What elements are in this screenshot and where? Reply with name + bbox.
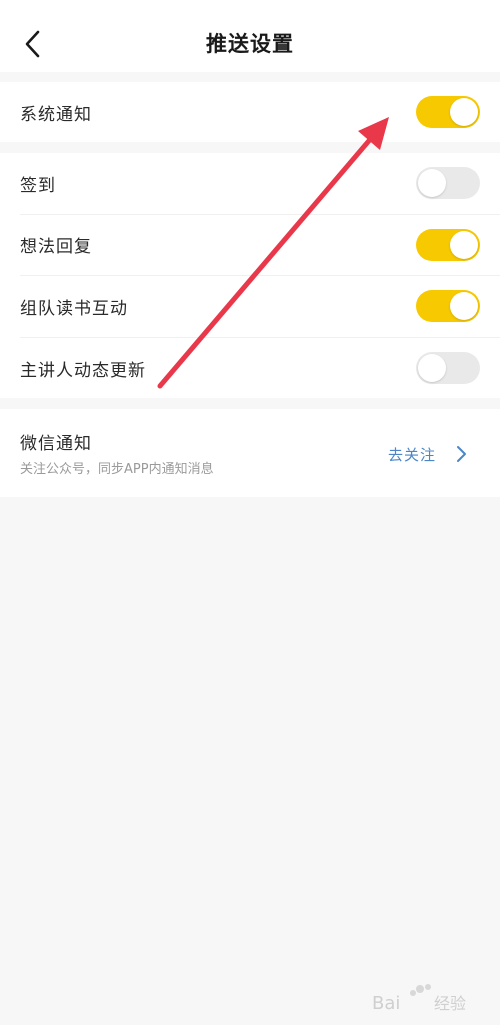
- setting-label: 组队读书互动: [20, 298, 128, 319]
- toggle-knob: [450, 98, 478, 126]
- setting-label: 主讲人动态更新: [20, 360, 146, 381]
- toggle-knob: [450, 292, 478, 321]
- setting-label: 系统通知: [20, 104, 92, 125]
- baidu-watermark-logo: Bai 经验: [372, 984, 466, 1014]
- setting-row-group-reading: 组队读书互动: [20, 276, 500, 338]
- toggle-knob: [418, 169, 446, 198]
- header-bar: 推送设置: [0, 0, 500, 72]
- setting-label: 签到: [20, 175, 56, 196]
- setting-row-system-notification: 系统通知: [20, 82, 500, 142]
- page-title: 推送设置: [206, 32, 294, 56]
- group-reading-toggle[interactable]: [416, 290, 480, 323]
- chevron-right-icon[interactable]: [454, 445, 468, 463]
- speaker-updates-toggle[interactable]: [416, 352, 480, 385]
- check-in-toggle[interactable]: [416, 167, 480, 200]
- wechat-notification-row[interactable]: 微信通知 关注公众号，同步APP内通知消息 去关注: [0, 409, 500, 497]
- setting-row-check-in: 签到: [20, 153, 500, 215]
- toggle-knob: [450, 230, 478, 259]
- push-settings-page: 推送设置 系统通知 签到 想法回复 组队读书互动 主讲人动态更新 微信通知 关注…: [0, 0, 500, 1025]
- push-items-group: 签到 想法回复 组队读书互动 主讲人动态更新: [0, 153, 500, 398]
- setting-row-speaker-updates: 主讲人动态更新: [20, 338, 500, 400]
- toggle-knob: [418, 354, 446, 383]
- wechat-subtitle: 关注公众号，同步APP内通知消息: [20, 462, 214, 477]
- system-notification-group: 系统通知: [0, 82, 500, 142]
- system-notification-toggle[interactable]: [416, 96, 480, 128]
- wechat-notification-group: 微信通知 关注公众号，同步APP内通知消息 去关注: [0, 409, 500, 497]
- follow-link[interactable]: 去关注: [388, 444, 436, 465]
- svg-text:Bai: Bai: [372, 993, 400, 1014]
- wechat-title: 微信通知: [20, 434, 92, 454]
- setting-row-idea-reply: 想法回复: [20, 215, 500, 276]
- svg-text:经验: 经验: [434, 994, 466, 1013]
- setting-label: 想法回复: [20, 237, 92, 258]
- idea-reply-toggle[interactable]: [416, 228, 480, 261]
